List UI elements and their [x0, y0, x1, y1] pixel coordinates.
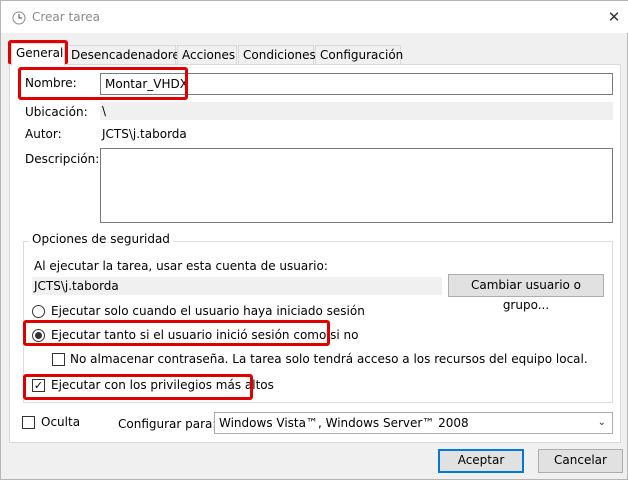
create-task-dialog: Crear tarea ✕ General Desencadenadores A…: [0, 0, 628, 480]
cancel-button[interactable]: Cancelar: [538, 449, 623, 473]
security-group-title: Opciones de seguridad: [29, 232, 173, 246]
description-field[interactable]: [100, 148, 613, 223]
no-store-password-label[interactable]: No almacenar contraseña. La tarea solo t…: [70, 352, 588, 366]
highlight-run-logged-on-or-not: [23, 320, 330, 346]
run-as-text: Al ejecutar la tarea, usar esta cuenta d…: [34, 259, 328, 273]
no-store-password-checkbox[interactable]: [52, 353, 65, 366]
ok-button[interactable]: Aceptar: [438, 449, 524, 473]
tab-settings[interactable]: Configuración: [315, 45, 403, 65]
configure-for-select[interactable]: Windows Vista™, Windows Server™ 2008 ⌄: [214, 412, 613, 434]
radio-logged-on-only-label[interactable]: Ejecutar solo cuando el usuario haya ini…: [51, 304, 365, 318]
highlight-highest-privileges: [23, 374, 253, 400]
configure-for-label: Configurar para:: [118, 417, 217, 431]
author-value: JCTS\j.taborda: [102, 127, 187, 141]
chevron-down-icon: ⌄: [597, 417, 606, 428]
hidden-checkbox[interactable]: [22, 416, 35, 429]
change-user-button[interactable]: Cambiar usuario o grupo...: [448, 274, 604, 312]
user-account-value: JCTS\j.taborda: [32, 277, 442, 295]
tab-conditions[interactable]: Condiciones: [238, 45, 316, 65]
description-label: Descripción:: [25, 152, 100, 166]
radio-logged-on-only[interactable]: [32, 305, 45, 318]
highlight-name: [18, 67, 188, 100]
window-title: Crear tarea: [32, 10, 100, 24]
tab-general[interactable]: General: [11, 43, 65, 66]
author-label: Autor:: [25, 127, 62, 141]
location-label: Ubicación:: [25, 105, 88, 119]
clock-icon: [12, 11, 26, 25]
tab-triggers[interactable]: Desencadenadores: [66, 45, 186, 65]
location-value: \: [100, 102, 613, 120]
hidden-label[interactable]: Oculta: [41, 415, 80, 429]
close-icon[interactable]: ✕: [604, 7, 624, 27]
tab-actions[interactable]: Acciones: [177, 45, 237, 65]
title-bar: Crear tarea ✕: [1, 1, 628, 33]
